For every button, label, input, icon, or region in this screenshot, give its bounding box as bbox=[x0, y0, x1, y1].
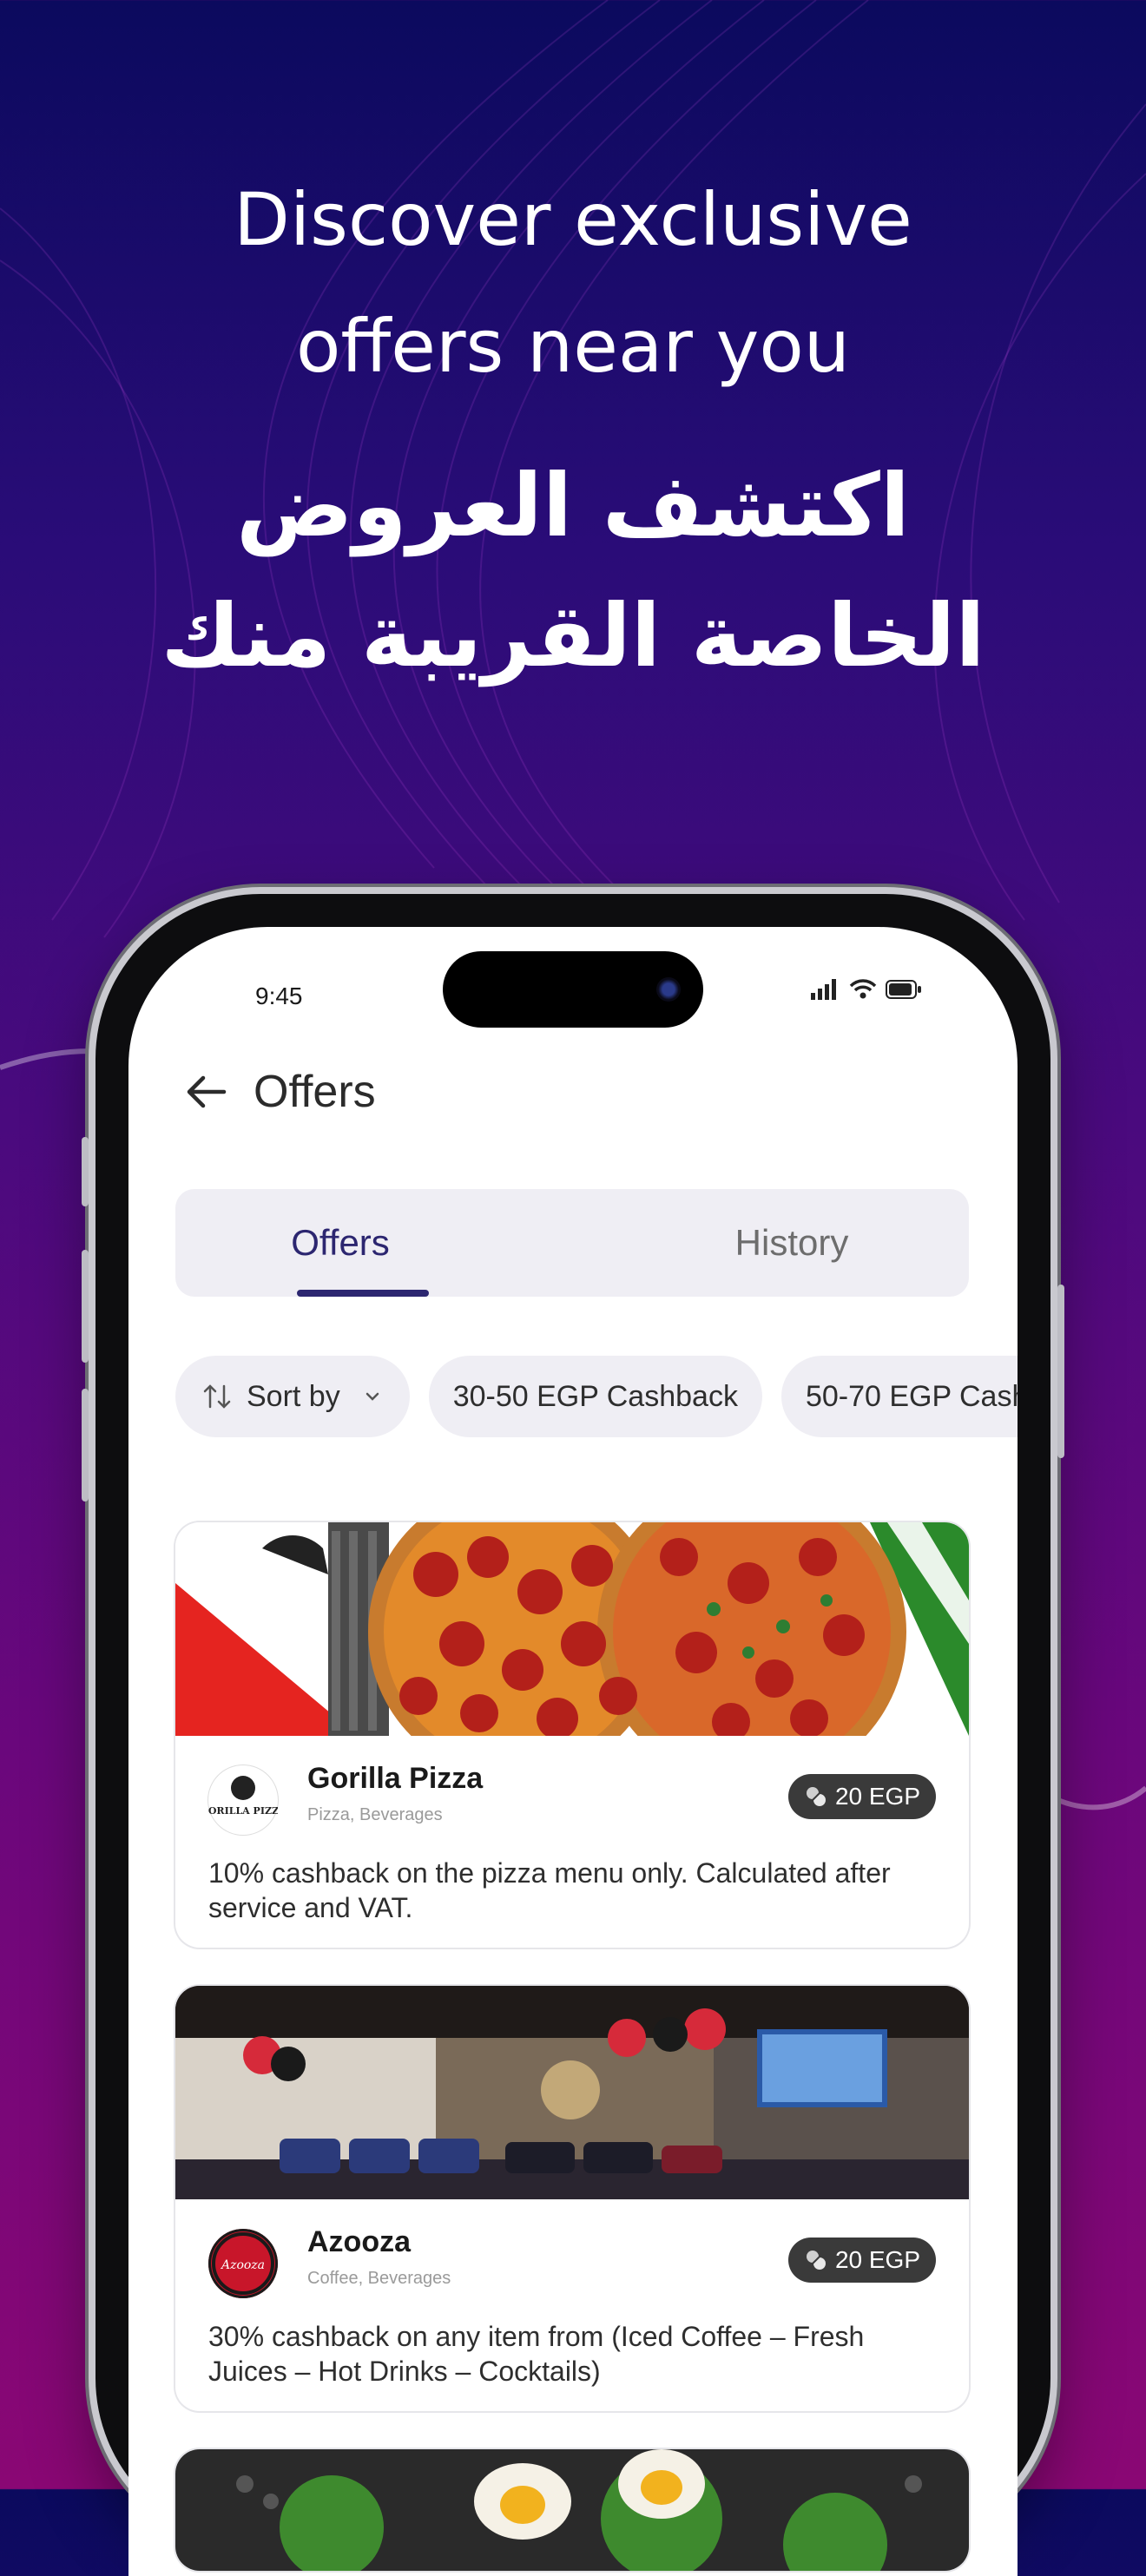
phone-side-button bbox=[82, 1137, 89, 1206]
headline-ar-line-2: الخاصة القريبة منك bbox=[161, 585, 985, 687]
status-icons bbox=[811, 979, 922, 1000]
promo-headline: Discover exclusive offers near you اكتشف… bbox=[0, 156, 1146, 701]
headline-english: Discover exclusive offers near you bbox=[0, 156, 1146, 410]
status-time: 9:45 bbox=[255, 982, 303, 1009]
azooza-logo-text: Azooza bbox=[220, 2258, 265, 2272]
merchant-name: Gorilla Pizza bbox=[307, 1762, 484, 1795]
pizza-image bbox=[175, 1522, 969, 1736]
filter-chip-50-70[interactable]: 50-70 EGP Cashback bbox=[780, 1356, 1018, 1437]
offer-description: 10% cashback on the pizza menu only. Cal… bbox=[208, 1857, 891, 1923]
back-button[interactable] bbox=[181, 1066, 233, 1118]
offer-description: 30% cashback on any item from (Iced Coff… bbox=[208, 2321, 865, 2387]
app-bar: Offers bbox=[181, 1057, 376, 1127]
cashback-badge: 20 EGP bbox=[787, 2238, 936, 2283]
sort-by-button[interactable]: Sort by bbox=[175, 1356, 410, 1437]
cashback-amount: 20 EGP bbox=[834, 2246, 920, 2273]
phone-mockup: 9:45 Offers Offers History Sort by 30-50… bbox=[82, 894, 1064, 2576]
offer-info: Azooza Azooza Coffee, Beverages 20 EGP 3… bbox=[175, 2199, 969, 2411]
cashback-badge: 20 EGP bbox=[787, 1774, 936, 1819]
cashback-amount: 20 EGP bbox=[834, 1783, 920, 1810]
offer-image-food bbox=[175, 2449, 969, 2571]
battery-icon bbox=[886, 980, 921, 999]
offer-image-pizza bbox=[175, 1522, 969, 1736]
sort-by-label: Sort by bbox=[247, 1379, 340, 1413]
page-title: Offers bbox=[254, 1067, 376, 1117]
phone-volume-down bbox=[82, 1389, 89, 1502]
dynamic-island bbox=[443, 951, 703, 1028]
filter-chips: Sort by 30-50 EGP Cashback 50-70 EGP Cas… bbox=[175, 1356, 1018, 1437]
merchant-name: Azooza bbox=[307, 2225, 411, 2258]
signal-icon bbox=[811, 979, 836, 1000]
tab-history[interactable]: History bbox=[627, 1189, 957, 1297]
offer-info: GORILLA PIZZA Gorilla Pizza Pizza, Bever… bbox=[175, 1736, 969, 1948]
azooza-logo-icon: Azooza bbox=[212, 2232, 274, 2295]
coins-icon bbox=[806, 2251, 826, 2270]
tab-indicator bbox=[297, 1290, 429, 1297]
phone-power-button bbox=[1057, 1285, 1064, 1458]
merchant-category: Pizza, Beverages bbox=[307, 1805, 443, 1824]
headline-ar-line-1: اكتشف العروض bbox=[235, 455, 911, 556]
gorilla-logo-text: GORILLA PIZZA bbox=[208, 1805, 278, 1817]
gorilla-icon: GORILLA PIZZA bbox=[208, 1776, 278, 1817]
wifi-icon bbox=[849, 979, 877, 999]
tab-offers[interactable]: Offers bbox=[175, 1189, 505, 1297]
salad-image bbox=[175, 2449, 969, 2571]
coins-icon bbox=[806, 1787, 826, 1806]
app-screen: 9:45 Offers Offers History Sort by 30-50… bbox=[128, 927, 1018, 2576]
phone-volume-up bbox=[82, 1250, 89, 1363]
tab-bar: Offers History bbox=[175, 1189, 969, 1297]
arrow-left-icon bbox=[187, 1075, 227, 1108]
cafe-interior-image bbox=[175, 1986, 969, 2199]
offer-card[interactable]: GORILLA PIZZA Gorilla Pizza Pizza, Bever… bbox=[175, 1522, 969, 1948]
merchant-category: Coffee, Beverages bbox=[307, 2269, 451, 2288]
headline-en-line-1: Discover exclusive bbox=[234, 177, 912, 262]
camera-icon bbox=[656, 977, 681, 1002]
gorilla-pizza-logo: GORILLA PIZZA bbox=[208, 1765, 278, 1835]
azooza-logo: Azooza bbox=[208, 2229, 278, 2298]
headline-en-line-2: offers near you bbox=[296, 304, 850, 389]
offer-card[interactable]: Azooza Azooza Coffee, Beverages 20 EGP 3… bbox=[175, 1986, 969, 2411]
offer-image-cafe bbox=[175, 1986, 969, 2199]
filter-chip-30-50[interactable]: 30-50 EGP Cashback bbox=[428, 1356, 762, 1437]
sort-icon bbox=[203, 1384, 231, 1409]
headline-arabic: اكتشف العروض الخاصة القريبة منك bbox=[0, 441, 1146, 701]
offer-card[interactable] bbox=[175, 2449, 969, 2571]
chevron-down-icon bbox=[366, 1392, 379, 1401]
